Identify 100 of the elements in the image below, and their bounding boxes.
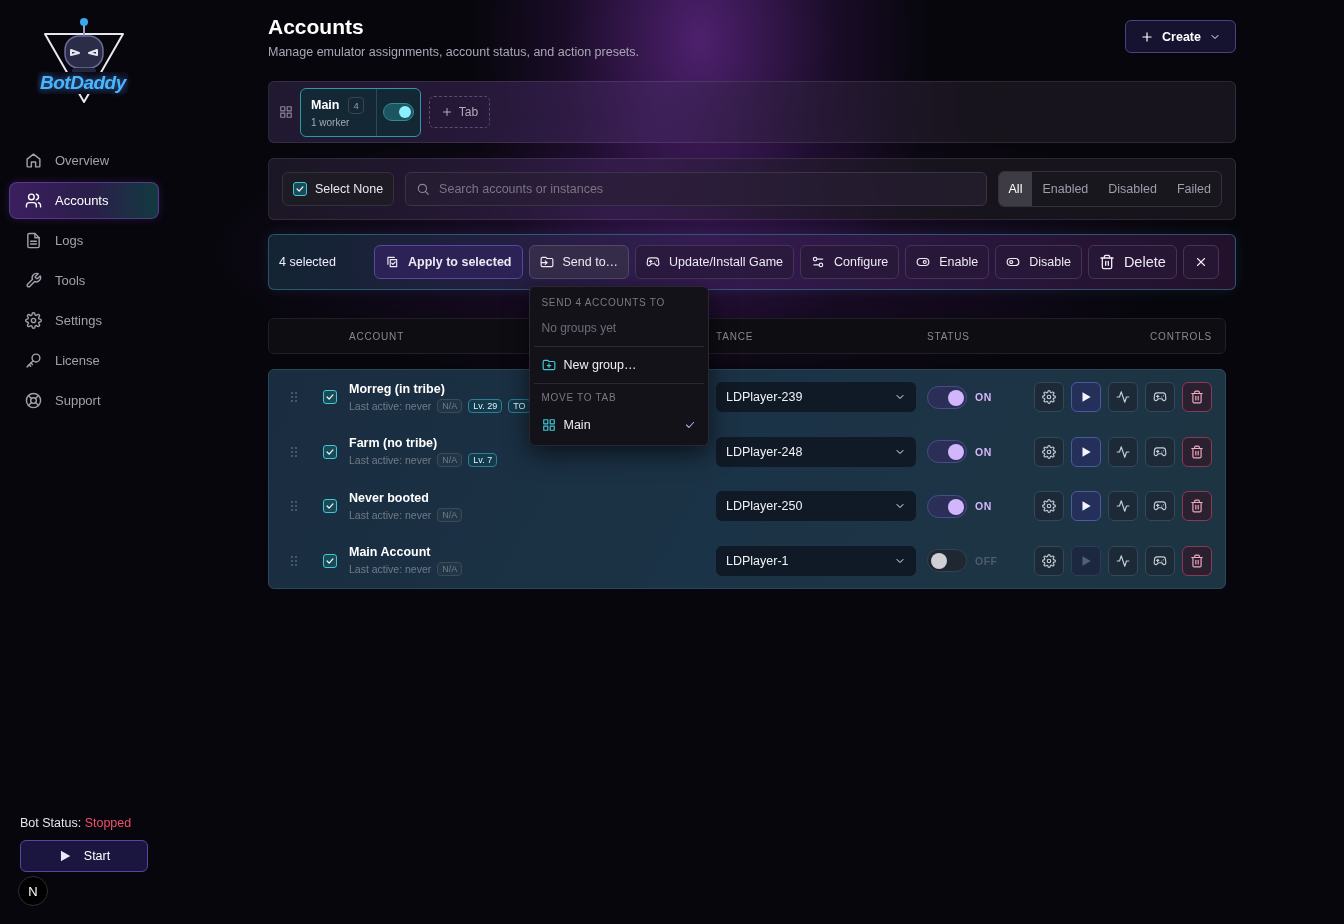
status-toggle[interactable] <box>927 549 967 573</box>
activity-button[interactable] <box>1108 436 1138 467</box>
settings-button[interactable] <box>1034 382 1064 413</box>
play-button[interactable] <box>1071 382 1101 413</box>
select-none-button[interactable]: Select None <box>282 172 395 206</box>
sidebar-item[interactable]: License <box>9 342 159 379</box>
column-header: TANCE <box>716 330 755 342</box>
check-icon <box>325 446 335 457</box>
filter-tab[interactable]: All <box>998 172 1033 206</box>
filter-tab[interactable]: Failed <box>1166 172 1221 206</box>
toggle-icon <box>1006 255 1021 269</box>
action-button[interactable]: Send to… <box>528 245 630 279</box>
row-checkbox[interactable] <box>323 390 337 405</box>
drag-handle-icon[interactable] <box>291 501 297 512</box>
last-active: Last active: never <box>349 399 432 412</box>
create-button[interactable]: Create <box>1125 20 1236 53</box>
dev-badge[interactable]: N <box>18 876 48 906</box>
search-icon <box>416 182 431 196</box>
filter-tab[interactable]: Disabled <box>1098 172 1167 206</box>
drag-handle-icon[interactable] <box>291 555 297 566</box>
delete-button[interactable] <box>1182 491 1212 522</box>
gamepad-button[interactable] <box>1145 382 1175 413</box>
sidebar-item[interactable]: Logs <box>9 222 159 259</box>
status-toggle[interactable] <box>927 440 967 464</box>
pulse-icon <box>1116 444 1130 459</box>
search-field[interactable]: Search accounts or instances <box>405 172 987 206</box>
account-name: Main Account <box>349 545 432 560</box>
tag: TO <box>508 398 531 413</box>
instance-select[interactable]: LDPlayer-248 <box>716 436 916 467</box>
action-button[interactable]: Enable <box>905 245 990 279</box>
action-button[interactable]: Delete <box>1087 245 1177 279</box>
account-name: Never booted <box>349 490 430 505</box>
sidebar-item[interactable]: Settings <box>9 302 159 339</box>
settings-button[interactable] <box>1034 545 1064 576</box>
delete-button[interactable] <box>1182 436 1212 467</box>
play-button[interactable] <box>1071 491 1101 522</box>
start-button[interactable]: Start <box>20 840 148 872</box>
activity-button[interactable] <box>1108 491 1138 522</box>
grid-icon <box>541 418 556 432</box>
toggle-icon <box>916 255 931 269</box>
trash-icon <box>1098 254 1115 270</box>
sidebar-item[interactable]: Accounts <box>9 182 159 219</box>
action-button[interactable]: Disable <box>995 245 1082 279</box>
settings-icon <box>1042 390 1056 405</box>
settings-icon <box>25 312 42 329</box>
delete-button[interactable] <box>1182 545 1212 576</box>
page-title: Accounts <box>268 14 365 40</box>
instance-select[interactable]: LDPlayer-1 <box>716 545 916 576</box>
settings-button[interactable] <box>1034 491 1064 522</box>
lifebuoy-icon <box>25 392 42 409</box>
status-toggle[interactable] <box>927 494 967 518</box>
play-button[interactable] <box>1071 436 1101 467</box>
activity-button[interactable] <box>1108 545 1138 576</box>
filter-tab[interactable]: Enabled <box>1032 172 1099 206</box>
trash-icon <box>1190 444 1204 459</box>
gamepad-icon <box>646 255 661 269</box>
close-button[interactable] <box>1182 245 1219 279</box>
column-header: CONTROLS <box>1149 330 1213 342</box>
settings-button[interactable] <box>1034 436 1064 467</box>
drag-handle-icon[interactable] <box>291 392 297 403</box>
menu-heading: MOVE TO TAB <box>540 391 618 405</box>
gamepad-button[interactable] <box>1145 491 1175 522</box>
row-checkbox[interactable] <box>323 444 337 459</box>
trash-icon <box>1190 390 1204 405</box>
drag-handle-icon[interactable] <box>291 446 297 457</box>
pulse-icon <box>1116 553 1130 568</box>
instance-select[interactable]: LDPlayer-250 <box>716 491 916 522</box>
sidebar-item[interactable]: Support <box>9 382 159 419</box>
menu-item[interactable]: New group… <box>529 349 708 381</box>
add-tab-button[interactable]: Tab <box>428 96 491 128</box>
count-badge: 4 <box>348 96 364 114</box>
check-icon <box>325 501 335 512</box>
grid-icon <box>279 105 293 119</box>
trash-icon <box>1190 499 1204 514</box>
row-checkbox[interactable] <box>323 499 337 514</box>
trash-icon <box>1190 553 1204 568</box>
empty-message: No groups yet <box>540 320 618 337</box>
check-icon <box>325 555 335 566</box>
instance-select[interactable]: LDPlayer-239 <box>716 382 916 413</box>
gamepad-icon <box>1153 553 1167 568</box>
action-button[interactable]: Configure <box>800 245 900 279</box>
gamepad-button[interactable] <box>1145 545 1175 576</box>
sidebar-item[interactable]: Tools <box>9 262 159 299</box>
checkbox[interactable] <box>293 182 307 196</box>
activity-button[interactable] <box>1108 382 1138 413</box>
account-name: Morreg (in tribe) <box>349 381 446 396</box>
gamepad-icon <box>1153 444 1167 459</box>
gamepad-button[interactable] <box>1145 436 1175 467</box>
action-button[interactable]: Update/Install Game <box>635 245 795 279</box>
pulse-icon <box>1116 390 1130 405</box>
delete-button[interactable] <box>1182 382 1212 413</box>
row-checkbox[interactable] <box>323 553 337 568</box>
tab-toggle[interactable] <box>382 103 414 121</box>
action-button[interactable]: Apply to selected <box>374 245 523 279</box>
sidebar-item[interactable]: Overview <box>9 142 159 179</box>
status-toggle[interactable] <box>927 385 967 409</box>
group-tab[interactable]: Main 4 1 worker <box>300 87 421 137</box>
tag: N/A <box>437 562 463 577</box>
tab-name: Main <box>311 98 340 112</box>
menu-item[interactable]: Main <box>529 409 708 441</box>
